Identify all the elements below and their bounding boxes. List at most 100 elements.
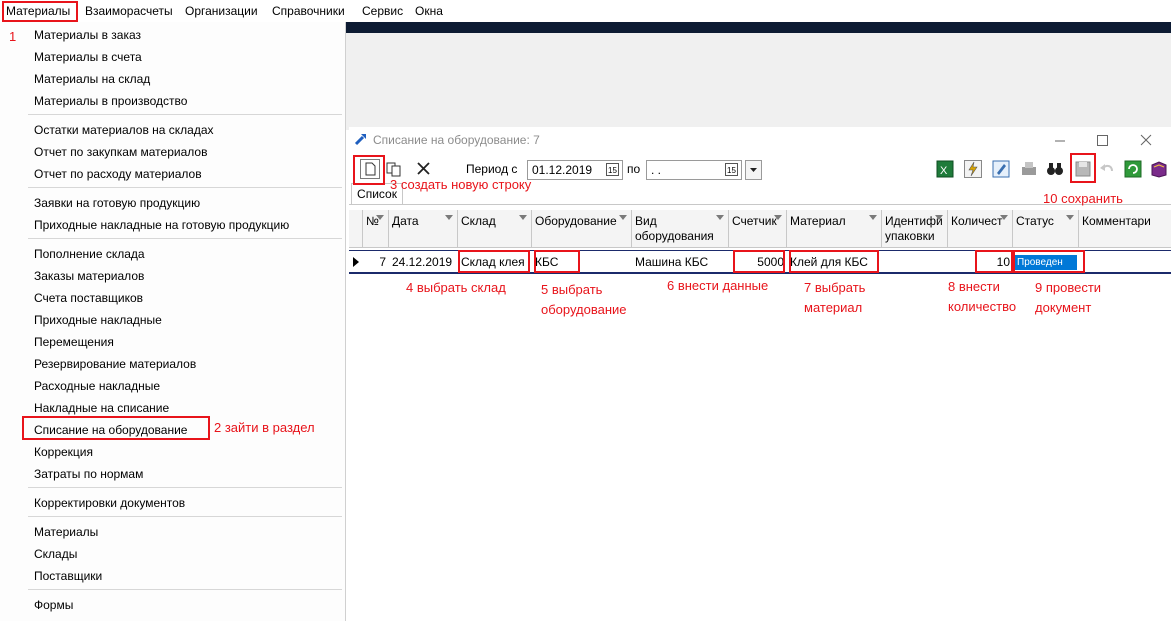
menu-item-transfers[interactable]: Перемещения: [34, 334, 114, 350]
col-header-quantity[interactable]: Количест: [948, 210, 1013, 248]
undo-button[interactable]: [1097, 159, 1117, 179]
sort-arrow-icon: [519, 215, 527, 220]
book-button[interactable]: [1149, 159, 1169, 179]
menu-separator: [28, 589, 342, 590]
background-window-bar: [346, 22, 1171, 33]
menu-service[interactable]: Сервис: [362, 3, 403, 19]
menu-item-purchase-report[interactable]: Отчет по закупкам материалов: [34, 144, 207, 160]
col-header-number[interactable]: №: [363, 210, 389, 248]
period-from-value: 01.12.2019: [532, 163, 593, 177]
menu-item-product-requests[interactable]: Заявки на готовую продукцию: [34, 195, 200, 211]
save-button[interactable]: [1073, 159, 1093, 179]
search-button[interactable]: [1045, 159, 1065, 179]
period-to-label: по: [627, 162, 641, 176]
sort-arrow-icon: [1066, 215, 1074, 220]
edit-icon: [992, 160, 1010, 178]
menu-item-supplier-invoices[interactable]: Счета поставщиков: [34, 290, 143, 306]
period-dropdown-button[interactable]: [745, 160, 762, 180]
cell-date[interactable]: 24.12.2019: [389, 253, 458, 271]
col-header-status[interactable]: Статус: [1013, 210, 1079, 248]
menu-materials[interactable]: Материалы: [6, 3, 70, 19]
cell-comment[interactable]: [1079, 253, 1171, 271]
menu-separator: [28, 114, 342, 115]
menu-settlements[interactable]: Взаиморасчеты: [85, 3, 173, 19]
refresh-icon: [1124, 160, 1142, 178]
sort-arrow-icon: [619, 215, 627, 220]
annotation-step-5: 5 выбрать оборудование: [541, 282, 627, 317]
col-header-label: Статус: [1016, 214, 1054, 228]
annotation-step-1: 1: [9, 29, 17, 44]
current-row-pointer-icon: [353, 257, 359, 267]
cell-number[interactable]: 7: [363, 253, 389, 271]
print-button[interactable]: [1019, 159, 1039, 179]
col-header-label: Склад: [461, 214, 496, 228]
cell-quantity[interactable]: 10: [948, 253, 1013, 271]
menu-separator: [28, 187, 342, 188]
cell-status[interactable]: Проведен: [1015, 255, 1077, 270]
menu-separator: [28, 487, 342, 488]
col-header-date[interactable]: Дата: [389, 210, 458, 248]
menu-item-issue-notes[interactable]: Расходные накладные: [34, 378, 160, 394]
col-header-equipment-type[interactable]: Вид оборудования: [632, 210, 729, 248]
annotation-step-10: 10 сохранить: [1043, 191, 1123, 206]
period-from-field[interactable]: 01.12.2019 15: [527, 160, 623, 180]
menubar: Материалы Взаиморасчеты Организации Спра…: [0, 0, 1171, 23]
menu-item-warehouse-replenishment[interactable]: Пополнение склада: [34, 246, 145, 262]
sort-arrow-icon: [869, 215, 877, 220]
menu-item-materials-to-production[interactable]: Материалы в производство: [34, 93, 187, 109]
svg-text:X: X: [940, 165, 948, 177]
col-header-counter[interactable]: Счетчик: [729, 210, 787, 248]
sort-arrow-icon: [445, 215, 453, 220]
menu-item-forms[interactable]: Формы: [34, 597, 73, 613]
cell-package-id[interactable]: [882, 253, 948, 271]
refresh-button[interactable]: [1123, 159, 1143, 179]
period-to-field[interactable]: . . 15: [646, 160, 742, 180]
edit-button[interactable]: [991, 159, 1011, 179]
menu-item-norm-costs[interactable]: Затраты по нормам: [34, 466, 143, 482]
menu-item-document-adjustments[interactable]: Корректировки документов: [34, 495, 185, 511]
col-header-comment[interactable]: Комментари: [1079, 210, 1171, 248]
menu-directories[interactable]: Справочники: [272, 3, 345, 19]
menu-item-reservation[interactable]: Резервирование материалов: [34, 356, 196, 372]
floppy-disk-icon: [1075, 161, 1091, 177]
menu-item-warehouses[interactable]: Склады: [34, 546, 77, 562]
menu-item-consumption-report[interactable]: Отчет по расходу материалов: [34, 166, 202, 182]
cell-equipment[interactable]: КБС: [532, 253, 632, 271]
cell-warehouse[interactable]: Склад клея: [458, 253, 532, 271]
binoculars-icon: [1047, 163, 1063, 175]
menu-item-materials-to-invoices[interactable]: Материалы в счета: [34, 49, 142, 65]
cell-equipment-type[interactable]: Машина КБС: [632, 253, 729, 271]
menu-item-stock-balances[interactable]: Остатки материалов на складах: [34, 122, 214, 138]
cell-material[interactable]: Клей для КБС: [787, 253, 882, 271]
export-excel-button[interactable]: X: [935, 159, 955, 179]
row-indicator-header: [349, 210, 363, 248]
cell-counter[interactable]: 5000: [729, 253, 787, 271]
new-row-button[interactable]: [360, 159, 380, 179]
window-title: Списание на оборудование: 7: [373, 133, 540, 147]
menu-item-correction[interactable]: Коррекция: [34, 444, 93, 460]
menu-item-receipt-notes[interactable]: Приходные накладные: [34, 312, 162, 328]
menu-item-writeoff-notes[interactable]: Накладные на списание: [34, 400, 169, 416]
calendar-icon[interactable]: 15: [725, 163, 738, 176]
menu-item-materials-to-order[interactable]: Материалы в заказ: [34, 27, 141, 43]
period-to-value: . .: [651, 163, 662, 177]
menu-windows[interactable]: Окна: [415, 3, 443, 19]
col-header-warehouse[interactable]: Склад: [458, 210, 532, 248]
col-header-package-id[interactable]: Идентифи упаковки: [882, 210, 948, 248]
menu-item-materials[interactable]: Материалы: [34, 524, 98, 540]
menu-item-materials-to-warehouse[interactable]: Материалы на склад: [34, 71, 150, 87]
menu-item-product-receipts[interactable]: Приходные накладные на готовую продукцию: [34, 217, 289, 233]
calendar-icon[interactable]: 15: [606, 163, 619, 176]
printer-icon: [1022, 162, 1036, 175]
menu-organizations[interactable]: Организации: [185, 3, 258, 19]
annotation-step-7: 7 выбрать материал: [804, 280, 866, 315]
col-header-material[interactable]: Материал: [787, 210, 882, 248]
menu-separator: [28, 238, 342, 239]
col-header-equipment[interactable]: Оборудование: [532, 210, 632, 248]
excel-icon: X: [936, 160, 954, 178]
menu-item-suppliers[interactable]: Поставщики: [34, 568, 102, 584]
menu-item-writeoff-equipment[interactable]: Списание на оборудование: [34, 422, 187, 438]
svg-text:15: 15: [727, 166, 736, 175]
menu-item-material-orders[interactable]: Заказы материалов: [34, 268, 144, 284]
flash-button[interactable]: [963, 159, 983, 179]
